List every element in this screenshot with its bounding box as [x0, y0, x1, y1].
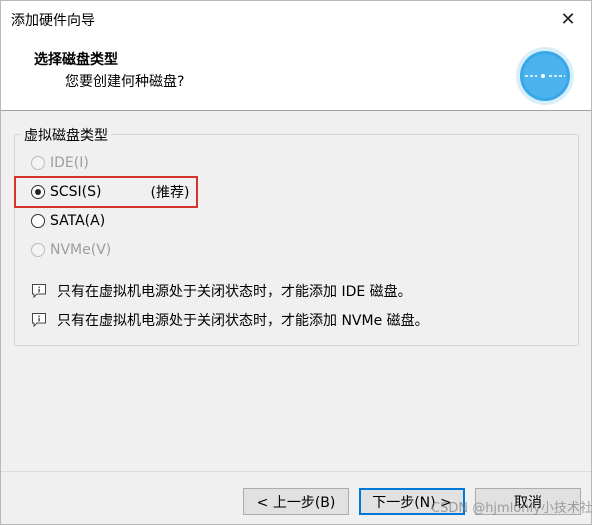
- wizard-header: 选择磁盘类型 您要创建何种磁盘?: [1, 37, 591, 111]
- title-bar: 添加硬件向导 ✕: [1, 1, 591, 37]
- info-nvme-text: 只有在虚拟机电源处于关闭状态时，才能添加 NVMe 磁盘。: [57, 313, 429, 329]
- radio-sata-circle[interactable]: [31, 214, 45, 228]
- radio-sata[interactable]: SATA(A): [31, 210, 105, 232]
- radio-nvme-circle[interactable]: [31, 243, 45, 257]
- watermark: CSDN @hjmlonly小技术社区: [431, 501, 592, 516]
- page-title: 选择磁盘类型: [34, 52, 118, 68]
- info-balloon-icon: [32, 313, 46, 328]
- info-ide: 只有在虚拟机电源处于关闭状态时，才能添加 IDE 磁盘。: [31, 281, 412, 301]
- info-ide-text: 只有在虚拟机电源处于关闭状态时，才能添加 IDE 磁盘。: [57, 284, 412, 300]
- page-subtitle: 您要创建何种磁盘?: [65, 74, 185, 90]
- disk-icon: [516, 47, 574, 105]
- radio-nvme-label: NVMe(V): [50, 242, 112, 258]
- highlight-annotation-box: [14, 176, 198, 208]
- radio-ide-label: IDE(I): [50, 155, 89, 171]
- close-button[interactable]: ✕: [545, 1, 591, 37]
- bottom-separator: [1, 471, 591, 472]
- radio-sata-label: SATA(A): [50, 213, 106, 229]
- info-balloon-icon: [32, 284, 46, 299]
- add-hardware-wizard-window: 添加硬件向导 ✕ 选择磁盘类型 您要创建何种磁盘? 虚拟磁盘类型 IDE(I) …: [0, 0, 592, 525]
- info-nvme: 只有在虚拟机电源处于关闭状态时，才能添加 NVMe 磁盘。: [31, 310, 429, 330]
- radio-ide-circle[interactable]: [31, 156, 45, 170]
- radio-nvme[interactable]: NVMe(V): [31, 239, 111, 261]
- radio-ide[interactable]: IDE(I): [31, 152, 89, 174]
- groupbox-label: 虚拟磁盘类型: [21, 125, 111, 145]
- window-title: 添加硬件向导: [11, 13, 95, 29]
- back-button[interactable]: < 上一步(B): [243, 488, 349, 515]
